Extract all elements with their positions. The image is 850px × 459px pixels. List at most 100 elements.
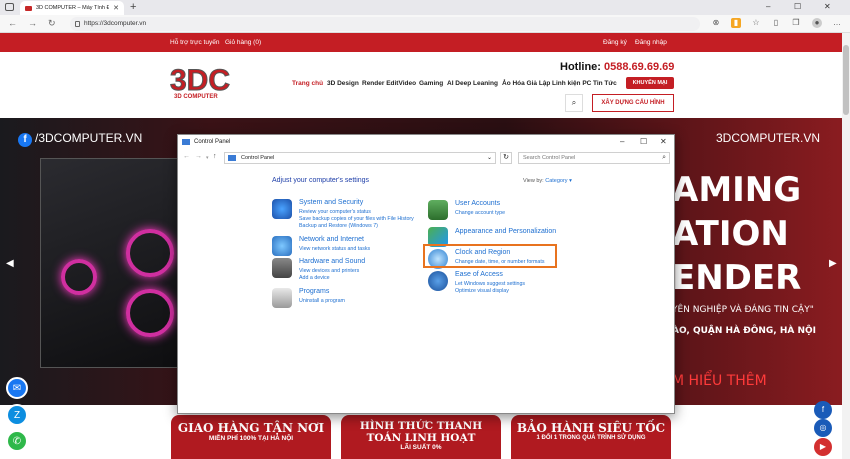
- build-config-button[interactable]: XÂY DỰNG CẤU HÌNH: [592, 94, 674, 112]
- collections-icon[interactable]: ❐: [791, 18, 801, 28]
- breadcrumb-text: Control Panel: [241, 155, 275, 161]
- benefit-payment: HÌNH THỨC THANH TOÁN LINH HOẠT LÃI SUẤT …: [341, 415, 501, 459]
- globe-network-icon: [272, 236, 292, 256]
- hero-next-arrow-icon[interactable]: ▶: [829, 258, 837, 269]
- category-title[interactable]: System and Security: [299, 199, 363, 206]
- facebook-social-icon[interactable]: f: [814, 401, 832, 419]
- lock-icon: [75, 21, 80, 27]
- 3dcomputer-logo[interactable]: 3DC 3D COMPUTER: [170, 62, 242, 101]
- site-topbar: Hỗ trợ trực tuyến Giỏ hàng (0) Đăng ký Đ…: [0, 33, 842, 52]
- category-link[interactable]: Backup and Restore (Windows 7): [299, 223, 378, 229]
- minimize-button[interactable]: –: [766, 2, 770, 11]
- view-by-dropdown[interactable]: Category ▾: [545, 178, 572, 184]
- profile-avatar-icon[interactable]: ●: [812, 18, 822, 28]
- scrollbar-thumb[interactable]: [843, 45, 849, 115]
- hero-line-1: AMING: [672, 170, 802, 210]
- cp-breadcrumb[interactable]: Control Panel ⌄: [224, 152, 496, 164]
- cp-refresh-icon[interactable]: ↻: [500, 152, 512, 164]
- tab-actions-icon[interactable]: [5, 3, 14, 11]
- hotline: Hotline: 0588.69.69.69: [560, 61, 674, 73]
- category-link[interactable]: Review your computer's status: [299, 209, 371, 215]
- tab-close-icon[interactable]: ✕: [113, 4, 119, 12]
- category-link[interactable]: View devices and printers: [299, 268, 359, 274]
- new-tab-button[interactable]: +: [130, 1, 136, 13]
- category-link[interactable]: Optimize visual display: [455, 288, 509, 294]
- support-link[interactable]: Hỗ trợ trực tuyến: [170, 39, 219, 46]
- favorites-icon[interactable]: ☆: [751, 18, 761, 28]
- site-search-icon[interactable]: ⌕: [565, 94, 583, 112]
- page-scrollbar[interactable]: [842, 33, 850, 459]
- forward-icon[interactable]: →: [28, 18, 37, 28]
- rgb-fan: [126, 289, 174, 337]
- hero-learn-more[interactable]: M HIỂU THÊM: [672, 373, 767, 389]
- menu-ai[interactable]: AI Deep Leaning: [447, 80, 498, 87]
- menu-render[interactable]: Render EditVideo: [362, 80, 416, 87]
- control-panel-window: Control Panel – ☐ ✕ ← → ▾ ↑ Control Pane…: [177, 134, 675, 414]
- category-link[interactable]: Save backup copies of your files with Fi…: [299, 216, 414, 222]
- youtube-social-icon[interactable]: ▶: [814, 438, 832, 456]
- control-panel-icon: [182, 139, 190, 145]
- cp-forward-icon[interactable]: →: [195, 153, 202, 160]
- accessibility-icon: [428, 271, 448, 291]
- printer-icon: [272, 258, 292, 278]
- cp-maximize-button[interactable]: ☐: [640, 135, 647, 149]
- menu-virtualization[interactable]: Ảo Hóa Giả Lập: [502, 80, 550, 87]
- breadcrumb-dropdown-icon[interactable]: ⌄: [487, 153, 492, 163]
- hotline-label: Hotline:: [560, 61, 601, 73]
- register-link[interactable]: Đăng ký: [603, 39, 627, 46]
- category-title[interactable]: Programs: [299, 288, 329, 295]
- cp-close-button[interactable]: ✕: [660, 135, 667, 149]
- category-title[interactable]: Appearance and Personalization: [455, 228, 556, 235]
- category-link[interactable]: Uninstall a program: [299, 298, 345, 304]
- breadcrumb-cp-icon: [228, 155, 236, 161]
- tracking-icon[interactable]: ⊗: [711, 18, 721, 28]
- category-title[interactable]: User Accounts: [455, 200, 500, 207]
- category-link[interactable]: Add a device: [299, 275, 330, 281]
- menu-gaming[interactable]: Gaming: [419, 80, 443, 87]
- close-window-button[interactable]: ✕: [824, 2, 831, 11]
- shield-icon: [272, 199, 292, 219]
- cp-back-icon[interactable]: ←: [183, 153, 190, 160]
- menu-home[interactable]: Trang chủ: [292, 80, 323, 87]
- browser-tab-strip: 3D COMPUTER – Máy Tính Đồ H ✕ + – ☐ ✕: [0, 0, 850, 15]
- users-icon: [428, 200, 448, 220]
- benefit-title: HÌNH THỨC THANH TOÁN LINH HOẠT: [359, 420, 483, 444]
- tab-title: 3D COMPUTER – Máy Tính Đồ H: [36, 5, 110, 11]
- phone-call-icon[interactable]: ✆: [6, 430, 28, 452]
- site-header: 3DC 3D COMPUTER Hotline: 0588.69.69.69 T…: [0, 52, 842, 118]
- menu-3d-design[interactable]: 3D Design: [327, 80, 359, 87]
- extension-icon[interactable]: ▮: [731, 18, 741, 28]
- zalo-chat-icon[interactable]: Z: [6, 404, 28, 426]
- category-link[interactable]: View network status and tasks: [299, 246, 370, 252]
- category-title[interactable]: Ease of Access: [455, 271, 503, 278]
- reload-icon[interactable]: ↻: [48, 18, 56, 29]
- menu-news[interactable]: Tin Tức: [593, 80, 617, 87]
- cp-titlebar[interactable]: Control Panel – ☐ ✕: [178, 135, 674, 149]
- benefit-title: GIAO HÀNG TẬN NƠI: [177, 421, 325, 435]
- cp-up-icon[interactable]: ↑: [213, 153, 217, 160]
- instagram-social-icon[interactable]: ◎: [814, 419, 832, 437]
- category-link[interactable]: Let Windows suggest settings: [455, 281, 525, 287]
- more-menu-icon[interactable]: …: [832, 18, 842, 28]
- hotline-number[interactable]: 0588.69.69.69: [604, 61, 674, 73]
- cart-link[interactable]: Giỏ hàng (0): [225, 39, 261, 46]
- cp-title: Control Panel: [194, 139, 231, 145]
- maximize-button[interactable]: ☐: [794, 2, 801, 11]
- benefit-subtitle: LÃI SUẤT 0%: [400, 444, 442, 451]
- category-title[interactable]: Network and Internet: [299, 236, 364, 243]
- back-icon[interactable]: ←: [8, 18, 17, 28]
- cp-search-input[interactable]: Search Control Panel ⌕: [518, 152, 670, 164]
- browser-tab[interactable]: 3D COMPUTER – Máy Tính Đồ H ✕: [20, 1, 124, 15]
- promo-badge[interactable]: KHUYẾN MẠI: [626, 77, 674, 89]
- split-screen-icon[interactable]: ▯: [771, 18, 781, 28]
- messenger-chat-icon[interactable]: ✉: [6, 377, 28, 399]
- cp-minimize-button[interactable]: –: [620, 135, 624, 149]
- cp-recent-icon[interactable]: ▾: [206, 155, 209, 161]
- category-link[interactable]: Change account type: [455, 210, 505, 216]
- hero-prev-arrow-icon[interactable]: ◀: [6, 258, 14, 269]
- login-link[interactable]: Đăng nhập: [635, 39, 667, 46]
- menu-components[interactable]: Linh kiện PC: [552, 80, 591, 87]
- address-input[interactable]: https://3dcomputer.vn: [70, 17, 700, 31]
- category-title[interactable]: Hardware and Sound: [299, 258, 365, 265]
- rgb-fan: [126, 229, 174, 277]
